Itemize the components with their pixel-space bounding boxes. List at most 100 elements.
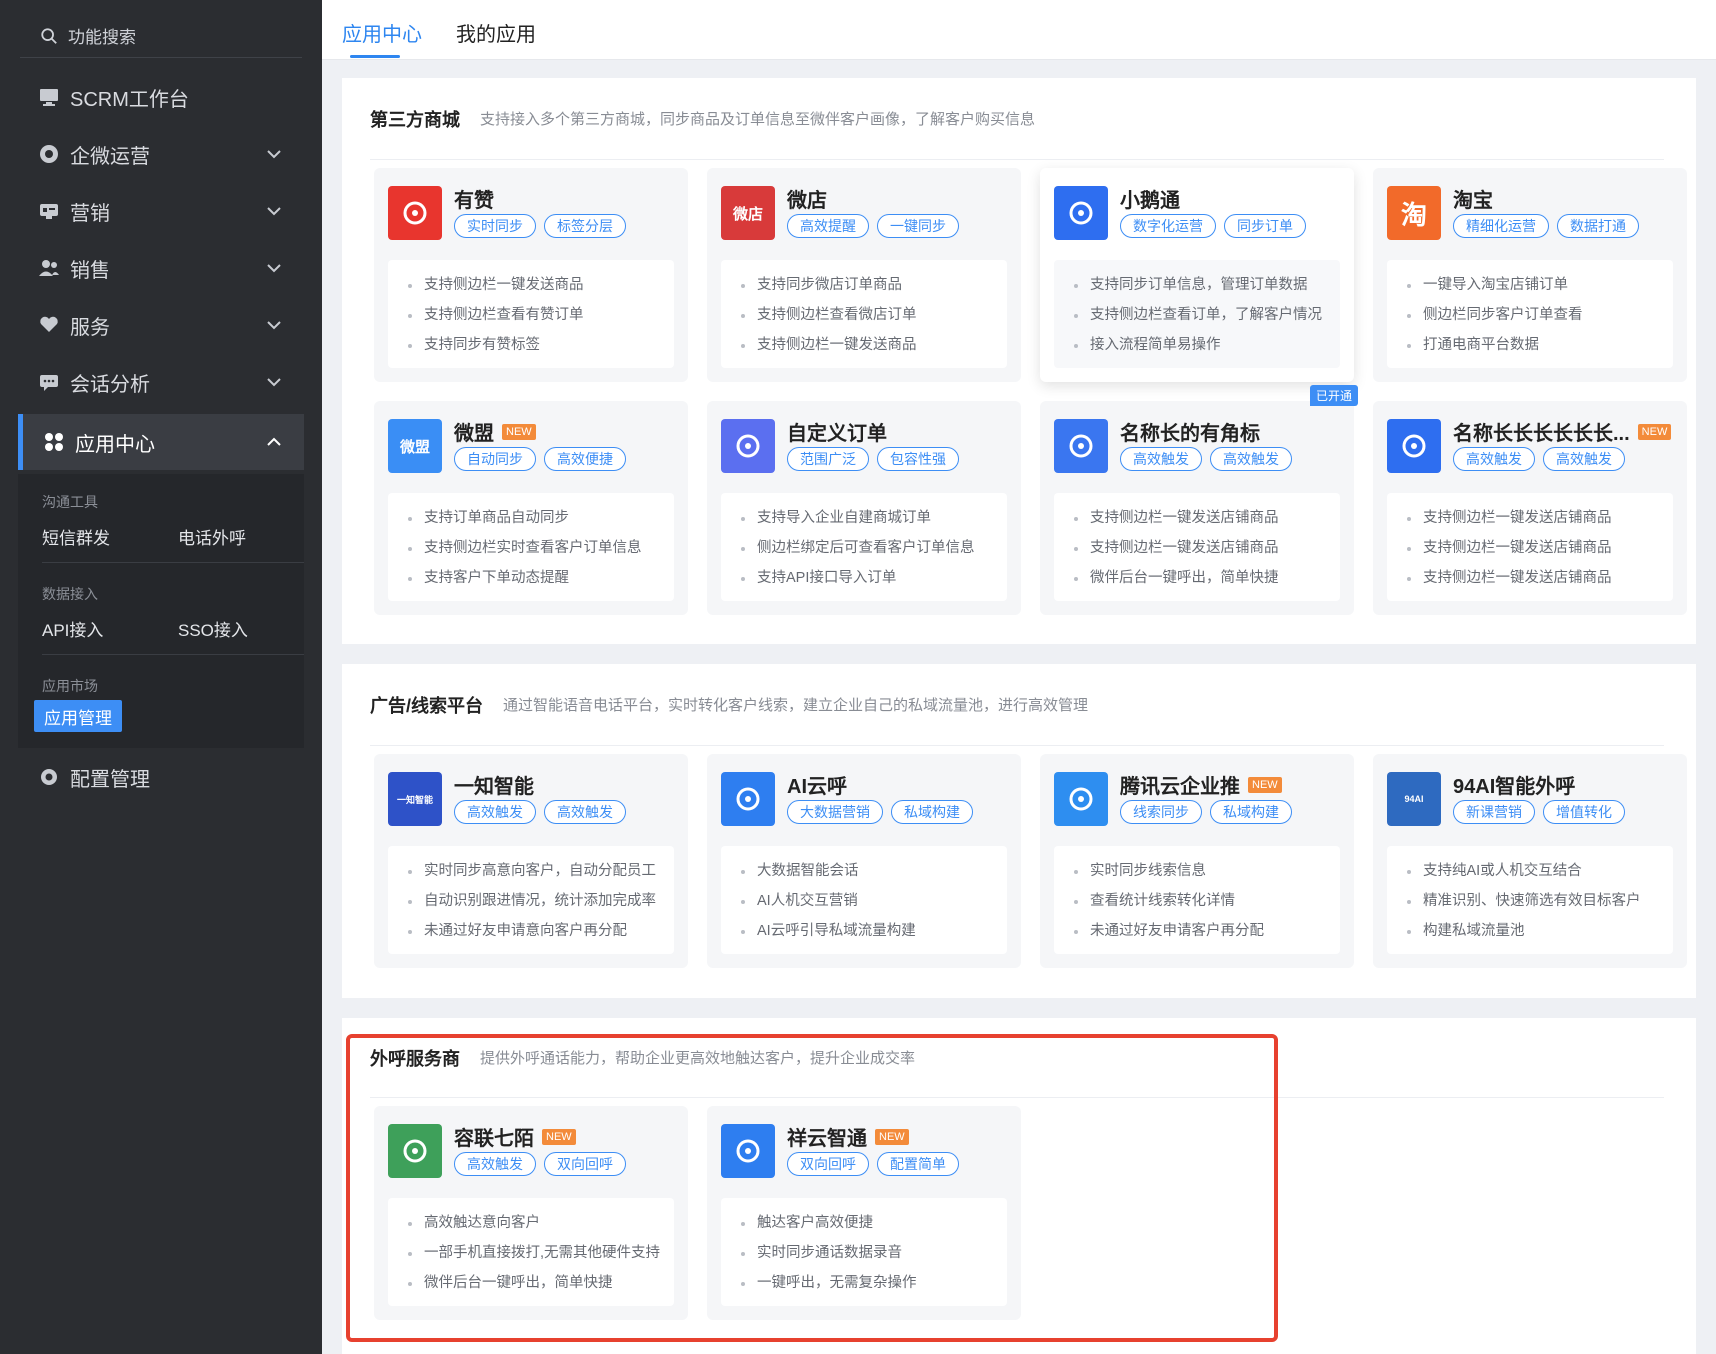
group-title: 数据接入 <box>42 586 98 602</box>
section-header: 广告/线索平台 通过智能语音电话平台，实时转化客户线索，建立企业自己的私域流量池… <box>370 664 1664 746</box>
feature-list: 支持侧边栏一键发送店铺商品 支持侧边栏一键发送店铺商品 支持侧边栏一键发送店铺商品 <box>1387 493 1673 601</box>
app-card[interactable]: 容联七陌 NEW 高效触发 双向回呼 高效触达意向客户 一部手机直接拨打,无需其他硬件… <box>374 1106 688 1320</box>
nav-service[interactable]: 服务 <box>18 297 304 353</box>
app-name-text: 容联七陌 <box>454 1128 534 1150</box>
app-card[interactable]: 名称长长长长长长... NEW 高效触发 高效触发 支持侧边栏一键发送店铺商品 支持侧… <box>1373 401 1687 615</box>
app-logo: 一知智能 <box>388 772 442 826</box>
feature-item: 自动识别跟进情况，统计添加完成率 <box>406 886 674 916</box>
feature-list: 支持订单商品自动同步 支持侧边栏实时查看客户订单信息 支持客户下单动态提醒 <box>388 493 674 601</box>
app-card[interactable]: 94AI 94AI智能外呼 新课营销 增值转化 支持纯AI或人机交互结合 精准识别、… <box>1373 754 1687 968</box>
section-third-party-mall: 第三方商城 支持接入多个第三方商城，同步商品及订单信息至微伴客户画像，了解客户购… <box>342 78 1696 644</box>
nav-config-management[interactable]: 配置管理 <box>18 749 304 805</box>
app-tag: 增值转化 <box>1543 800 1625 824</box>
app-name: 自定义订单 <box>787 417 887 446</box>
feature-item: 实时同步高意向客户，自动分配员工 <box>406 856 674 886</box>
app-card[interactable]: 小鹅通 数字化运营 同步订单 支持同步订单信息，管理订单数据 支持侧边栏查看订单，了… <box>1040 168 1354 382</box>
logo-text: 淘 <box>1400 199 1427 230</box>
feature-item: 支持侧边栏查看微店订单 <box>739 300 1007 330</box>
nav-marketing[interactable]: 营销 <box>18 183 304 239</box>
app-name: 小鹅通 <box>1120 184 1180 213</box>
app-name-text: 祥云智通 <box>787 1128 867 1150</box>
feature-item: AI云呼引导私域流量构建 <box>739 916 1007 946</box>
group-divider <box>42 654 304 655</box>
app-name: AI云呼 <box>787 770 847 799</box>
app-name-text: 名称长长长长长长... <box>1453 423 1630 445</box>
app-name-text: 有赞 <box>454 190 494 212</box>
nav-session-analysis[interactable]: 会话分析 <box>18 354 304 410</box>
app-name: 94AI智能外呼 <box>1453 770 1575 799</box>
app-tags: 高效触发 高效触发 <box>1453 447 1625 471</box>
feature-search[interactable]: 功能搜索 <box>20 14 302 58</box>
gear-icon <box>41 769 57 785</box>
app-tag: 高效触发 <box>1453 447 1535 471</box>
app-tag: 双向回呼 <box>787 1152 869 1176</box>
feature-item: 未通过好友申请客户再分配 <box>1072 916 1340 946</box>
nav-app-center[interactable]: 应用中心 <box>18 414 304 470</box>
app-card[interactable]: 淘 淘宝 精细化运营 数据打通 一键导入淘宝店铺订单 侧边栏同步客户订单查看 打通电商… <box>1373 168 1687 382</box>
feature-item: 实时同步线索信息 <box>1072 856 1340 886</box>
app-card[interactable]: 微店 微店 高效提醒 一键同步 支持同步微店订单商品 支持侧边栏查看微店订单 支持侧边… <box>707 168 1021 382</box>
feature-item: 精准识别、快速筛选有效目标客户 <box>1405 886 1673 916</box>
chevron-down-icon <box>267 264 281 273</box>
feature-list: 支持导入企业自建商城订单 侧边栏绑定后可查看客户订单信息 支持API接口导入订单 <box>721 493 1007 601</box>
new-badge: NEW <box>1248 776 1282 793</box>
nav-label: 会话分析 <box>70 373 150 396</box>
app-tags: 实时同步 标签分层 <box>454 214 626 238</box>
nav-label: 应用中心 <box>75 433 155 456</box>
section-ad-lead-platform: 广告/线索平台 通过智能语音电话平台，实时转化客户线索，建立企业自己的私域流量池… <box>342 664 1696 998</box>
group-title: 应用市场 <box>42 678 98 694</box>
app-card[interactable]: 腾讯云企业推 NEW 线索同步 私域构建 实时同步线索信息 查看统计线索转化详情 未通过… <box>1040 754 1354 968</box>
feature-item: 支持侧边栏一键发送店铺商品 <box>1072 533 1340 563</box>
app-card[interactable]: 已开通 名称长的有角标 高效触发 高效触发 支持侧边栏一键发送店铺商品 支持侧边栏一… <box>1040 385 1358 615</box>
app-tag: 高效触发 <box>1120 447 1202 471</box>
section-title: 外呼服务商 <box>370 1048 460 1069</box>
feature-item: 触达客户高效便捷 <box>739 1208 1007 1238</box>
app-tag: 新课营销 <box>1453 800 1535 824</box>
section-title: 第三方商城 <box>370 109 460 130</box>
group-divider <box>42 562 304 563</box>
app-card[interactable]: 祥云智通 NEW 双向回呼 配置简单 触达客户高效便捷 实时同步通话数据录音 一键呼出，… <box>707 1106 1021 1320</box>
brand-logo-icon <box>736 434 760 458</box>
feature-item: 支持同步订单信息，管理订单数据 <box>1072 270 1340 300</box>
feature-item: 支持侧边栏查看订单，了解客户情况 <box>1072 300 1340 330</box>
nav-wecom-ops[interactable]: 企微运营 <box>18 126 304 182</box>
submenu-sms-broadcast[interactable]: 短信群发 <box>42 524 110 549</box>
app-logo <box>388 1124 442 1178</box>
app-logo <box>721 772 775 826</box>
app-tag: 大数据营销 <box>787 800 883 824</box>
app-card[interactable]: 自定义订单 范围广泛 包容性强 支持导入企业自建商城订单 侧边栏绑定后可查看客户订单… <box>707 401 1021 615</box>
brand-logo-icon <box>1069 787 1093 811</box>
app-card[interactable]: AI云呼 大数据营销 私域构建 大数据智能会话 AI人机交互营销 AI云呼引导私域流量… <box>707 754 1021 968</box>
main-content: 应用中心 我的应用 第三方商城 支持接入多个第三方商城，同步商品及订单信息至微伴… <box>322 0 1716 1354</box>
app-logo: 微盟 <box>388 419 442 473</box>
app-tags: 新课营销 增值转化 <box>1453 800 1625 824</box>
chevron-down-icon <box>267 378 281 387</box>
app-card[interactable]: 一知智能 一知智能 高效触发 高效触发 实时同步高意向客户，自动分配员工 自动识别跟… <box>374 754 688 968</box>
app-logo <box>721 1124 775 1178</box>
app-logo <box>1387 419 1441 473</box>
app-name-text: 小鹅通 <box>1120 190 1180 212</box>
app-tags: 大数据营销 私域构建 <box>787 800 973 824</box>
submenu-api-access[interactable]: API接入 <box>42 616 103 641</box>
heart-hand-icon <box>40 316 58 332</box>
app-card[interactable]: 有赞 实时同步 标签分层 支持侧边栏一键发送商品 支持侧边栏查看有赞订单 支持同步有赞… <box>374 168 688 382</box>
brand-logo-icon <box>1069 434 1093 458</box>
app-logo <box>1054 772 1108 826</box>
submenu-outbound-call[interactable]: 电话外呼 <box>178 524 246 549</box>
brand-logo-icon <box>736 787 760 811</box>
sidebar: 功能搜索 SCRM工作台 企微运营 营销 销售 服务 会话分析 应用中心 沟通工… <box>0 0 322 1354</box>
tab-my-apps[interactable]: 我的应用 <box>456 18 536 47</box>
brand-logo-icon <box>403 1139 427 1163</box>
app-tags: 高效触发 双向回呼 <box>454 1152 626 1176</box>
nav-sales[interactable]: 销售 <box>18 240 304 296</box>
app-logo <box>1054 419 1108 473</box>
app-card[interactable]: 微盟 微盟 NEW 自动同步 高效便捷 支持订单商品自动同步 支持侧边栏实时查看客户订… <box>374 401 688 615</box>
submenu-sso-access[interactable]: SSO接入 <box>178 616 248 641</box>
feature-item: 侧边栏同步客户订单查看 <box>1405 300 1673 330</box>
chevron-down-icon <box>267 150 281 159</box>
section-desc: 通过智能语音电话平台，实时转化客户线索，建立企业自己的私域流量池，进行高效管理 <box>503 697 1089 714</box>
tab-app-center[interactable]: 应用中心 <box>342 18 422 47</box>
submenu-app-management[interactable]: 应用管理 <box>34 700 122 732</box>
nav-scrm-workbench[interactable]: SCRM工作台 <box>18 69 304 125</box>
message-icon <box>40 375 58 391</box>
